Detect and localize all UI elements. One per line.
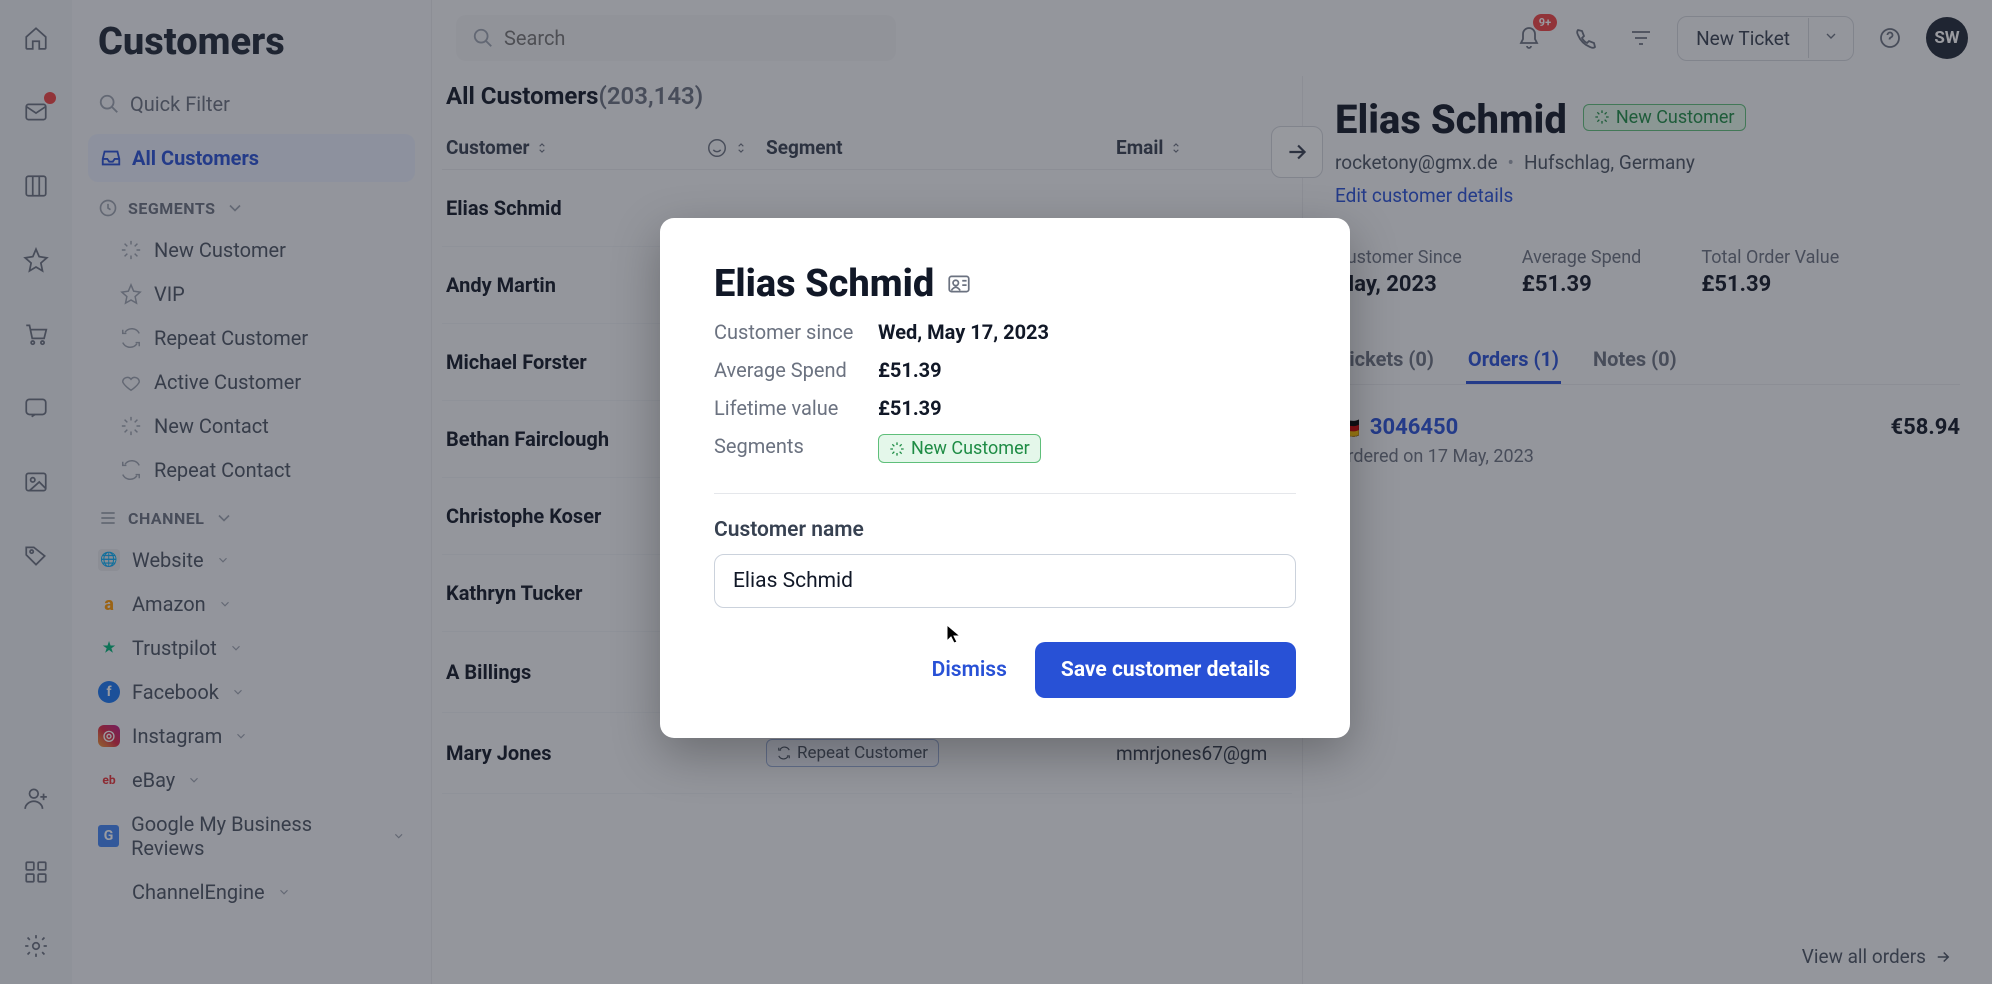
customer-name-label: Customer name — [714, 518, 1296, 542]
contact-card-icon — [946, 271, 972, 297]
edit-customer-modal: Elias Schmid Customer sinceWed, May 17, … — [660, 218, 1350, 738]
modal-name: Elias Schmid — [714, 262, 1296, 306]
sparkle-icon — [889, 441, 905, 457]
modal-segment-tag: New Customer — [878, 434, 1041, 463]
save-button[interactable]: Save customer details — [1035, 642, 1296, 698]
dismiss-button[interactable]: Dismiss — [924, 646, 1015, 694]
customer-name-input[interactable] — [714, 554, 1296, 608]
